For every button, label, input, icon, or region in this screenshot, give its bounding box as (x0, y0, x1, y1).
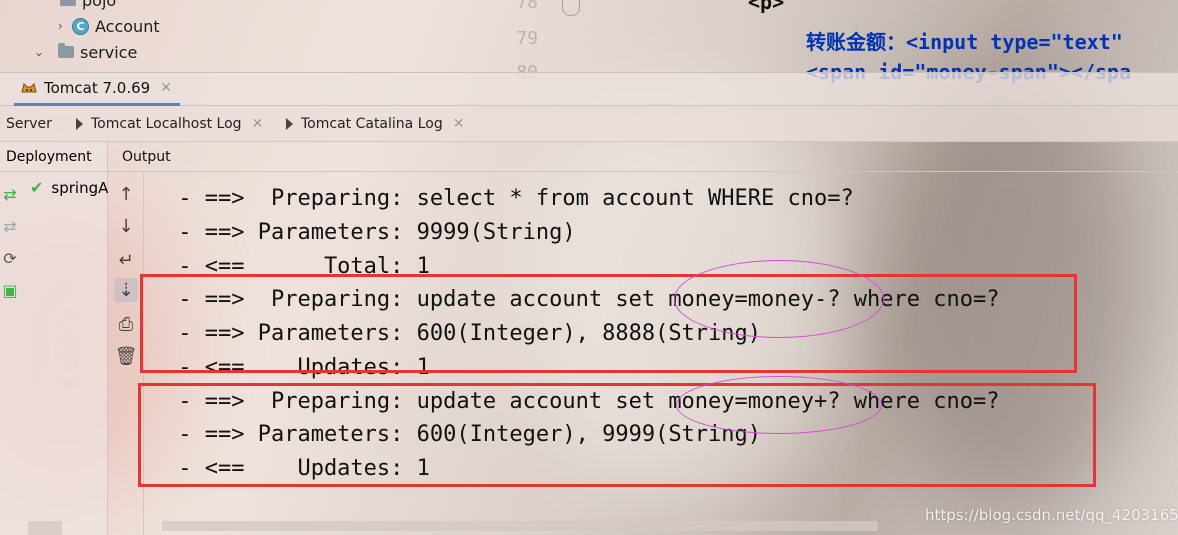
tab-label: Tomcat Catalina Log (301, 116, 443, 132)
highlight-ellipse-money-plus (676, 376, 882, 434)
tab-label: Tomcat Localhost Log (91, 116, 242, 132)
deployment-header: Deployment (0, 142, 108, 172)
print-icon[interactable]: ⎙ (114, 312, 138, 336)
log-icon (286, 118, 293, 130)
trash-icon[interactable]: 🗑 (114, 344, 138, 368)
highlight-box-debit (140, 274, 1077, 373)
tab-server[interactable]: Server (6, 106, 52, 142)
deployment-toolbar: ⇄ ⇄ ⟳ ▣ (0, 172, 20, 535)
scroll-to-end-icon[interactable]: ⇣ (114, 278, 138, 302)
deploy-icon[interactable]: ▣ (0, 278, 20, 302)
log-icon (76, 118, 83, 130)
tree-item-label: Account (95, 16, 160, 36)
tree-item-account[interactable]: › C Account (58, 14, 160, 38)
deployment-item[interactable]: ✔ springAccount:war exploded (30, 178, 108, 197)
scroll-down-icon[interactable]: ↓ (114, 214, 138, 238)
line-number: 78 (516, 0, 538, 13)
tab-localhost-log[interactable]: Tomcat Localhost Log ✕ (76, 106, 263, 142)
tomcat-icon (21, 83, 37, 93)
close-icon[interactable]: ✕ (252, 116, 264, 132)
check-icon: ✔ (30, 178, 44, 197)
close-icon[interactable]: ✕ (453, 116, 465, 132)
code-line: <p> (748, 0, 785, 14)
class-icon: C (72, 17, 89, 35)
tree-item-label: pojo (82, 0, 117, 10)
tab-label: Server (6, 116, 52, 132)
tree-item-pojo[interactable]: pojo (60, 0, 116, 12)
log-line: - ==> Preparing: select * from account W… (165, 186, 854, 211)
line-number: 79 (516, 28, 538, 49)
tab-label: Tomcat 7.0.69 (44, 79, 151, 97)
highlight-ellipse-money-minus (674, 260, 884, 338)
folder-icon (60, 0, 76, 6)
chevron-right-icon[interactable]: › (58, 19, 72, 33)
panel-corner (28, 521, 62, 535)
fold-marker-icon[interactable] (562, 0, 580, 16)
highlight-box-credit (138, 383, 1096, 487)
tab-tomcat[interactable]: Tomcat 7.0.69 ✕ (14, 73, 180, 106)
horizontal-scrollbar[interactable] (162, 521, 878, 531)
tree-item-service[interactable]: ⌄ service (34, 40, 137, 64)
deployment-panel: Deployment ⇄ ⇄ ⟳ ▣ ✔ springAccount:war e… (0, 142, 108, 535)
folder-icon (58, 43, 74, 58)
log-line: - ==> Parameters: 9999(String) (165, 220, 576, 245)
chevron-down-icon[interactable]: ⌄ (34, 45, 58, 59)
run-tool-window-tabbar: Tomcat 7.0.69 ✕ (0, 72, 1178, 106)
tab-catalina-log[interactable]: Tomcat Catalina Log ✕ (286, 106, 464, 142)
editor-code[interactable]: <p> 转账金额：<input type="text" <span id="mo… (748, 0, 1178, 84)
top-strip: pojo › C Account ⌄ service 78 79 80 <p> … (0, 0, 1178, 84)
server-subtabbar: Server Tomcat Localhost Log ✕ Tomcat Cat… (0, 106, 1178, 142)
editor-gutter: 78 79 80 (478, 0, 558, 83)
tab-output[interactable]: Output (122, 142, 171, 172)
deploy-all-icon[interactable]: ⇄ (0, 182, 20, 206)
deployment-item-label: springAccount:war exploded (51, 178, 108, 197)
watermark: https://blog.csdn.net/qq_42031653 (925, 506, 1178, 524)
scroll-up-icon[interactable]: ↑ (114, 182, 138, 206)
undeploy-icon[interactable]: ⇄ (0, 214, 20, 238)
refresh-icon[interactable]: ⟳ (0, 246, 20, 270)
output-header: Output (108, 142, 1178, 172)
tree-item-label: service (80, 42, 138, 62)
code-line: 转账金额：<input type="text" (806, 30, 1123, 54)
close-icon[interactable]: ✕ (160, 80, 172, 96)
soft-wrap-icon[interactable]: ↵ (114, 248, 138, 272)
